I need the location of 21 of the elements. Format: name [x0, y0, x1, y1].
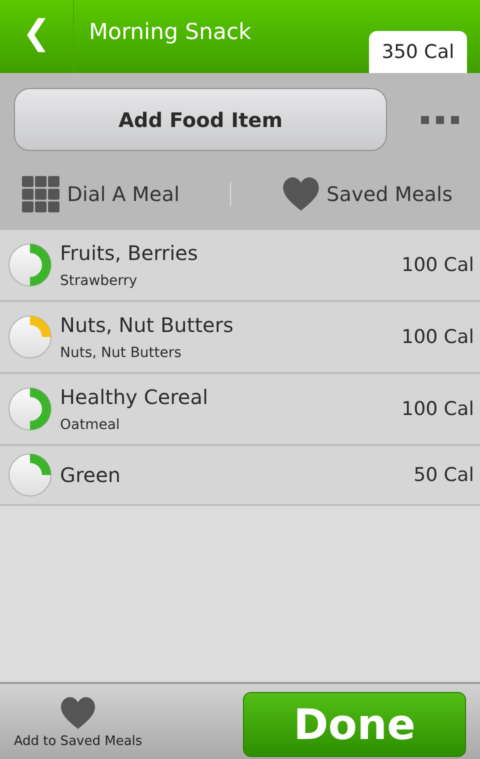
screen-title: Morning Snack [89, 22, 252, 47]
heart-icon [59, 696, 97, 730]
grid-icon [22, 176, 60, 212]
food-calories: 100 Cal [402, 254, 474, 276]
food-name: Healthy Cereal [60, 385, 210, 409]
heart-icon [282, 176, 320, 212]
dial-a-meal-button[interactable]: Dial A Meal [22, 176, 180, 212]
saved-meals-button[interactable]: Saved Meals [282, 176, 452, 212]
food-detail: Strawberry [60, 273, 138, 289]
food-calories: 50 Cal [414, 464, 474, 486]
food-detail: Nuts, Nut Butters [60, 345, 182, 361]
food-name: Fruits, Berries [60, 241, 199, 265]
add-to-saved-meals-button[interactable]: Add to Saved Meals [0, 684, 156, 758]
food-name: Nuts, Nut Butters [60, 313, 234, 337]
more-icon[interactable] [421, 114, 459, 124]
food-calories: 100 Cal [402, 326, 474, 348]
total-calories: 350 Cal [369, 31, 467, 73]
food-name: Green [60, 463, 122, 487]
food-detail: Oatmeal [60, 417, 121, 433]
food-calories: 100 Cal [402, 398, 474, 420]
add-food-button[interactable]: Add Food Item [14, 88, 387, 151]
